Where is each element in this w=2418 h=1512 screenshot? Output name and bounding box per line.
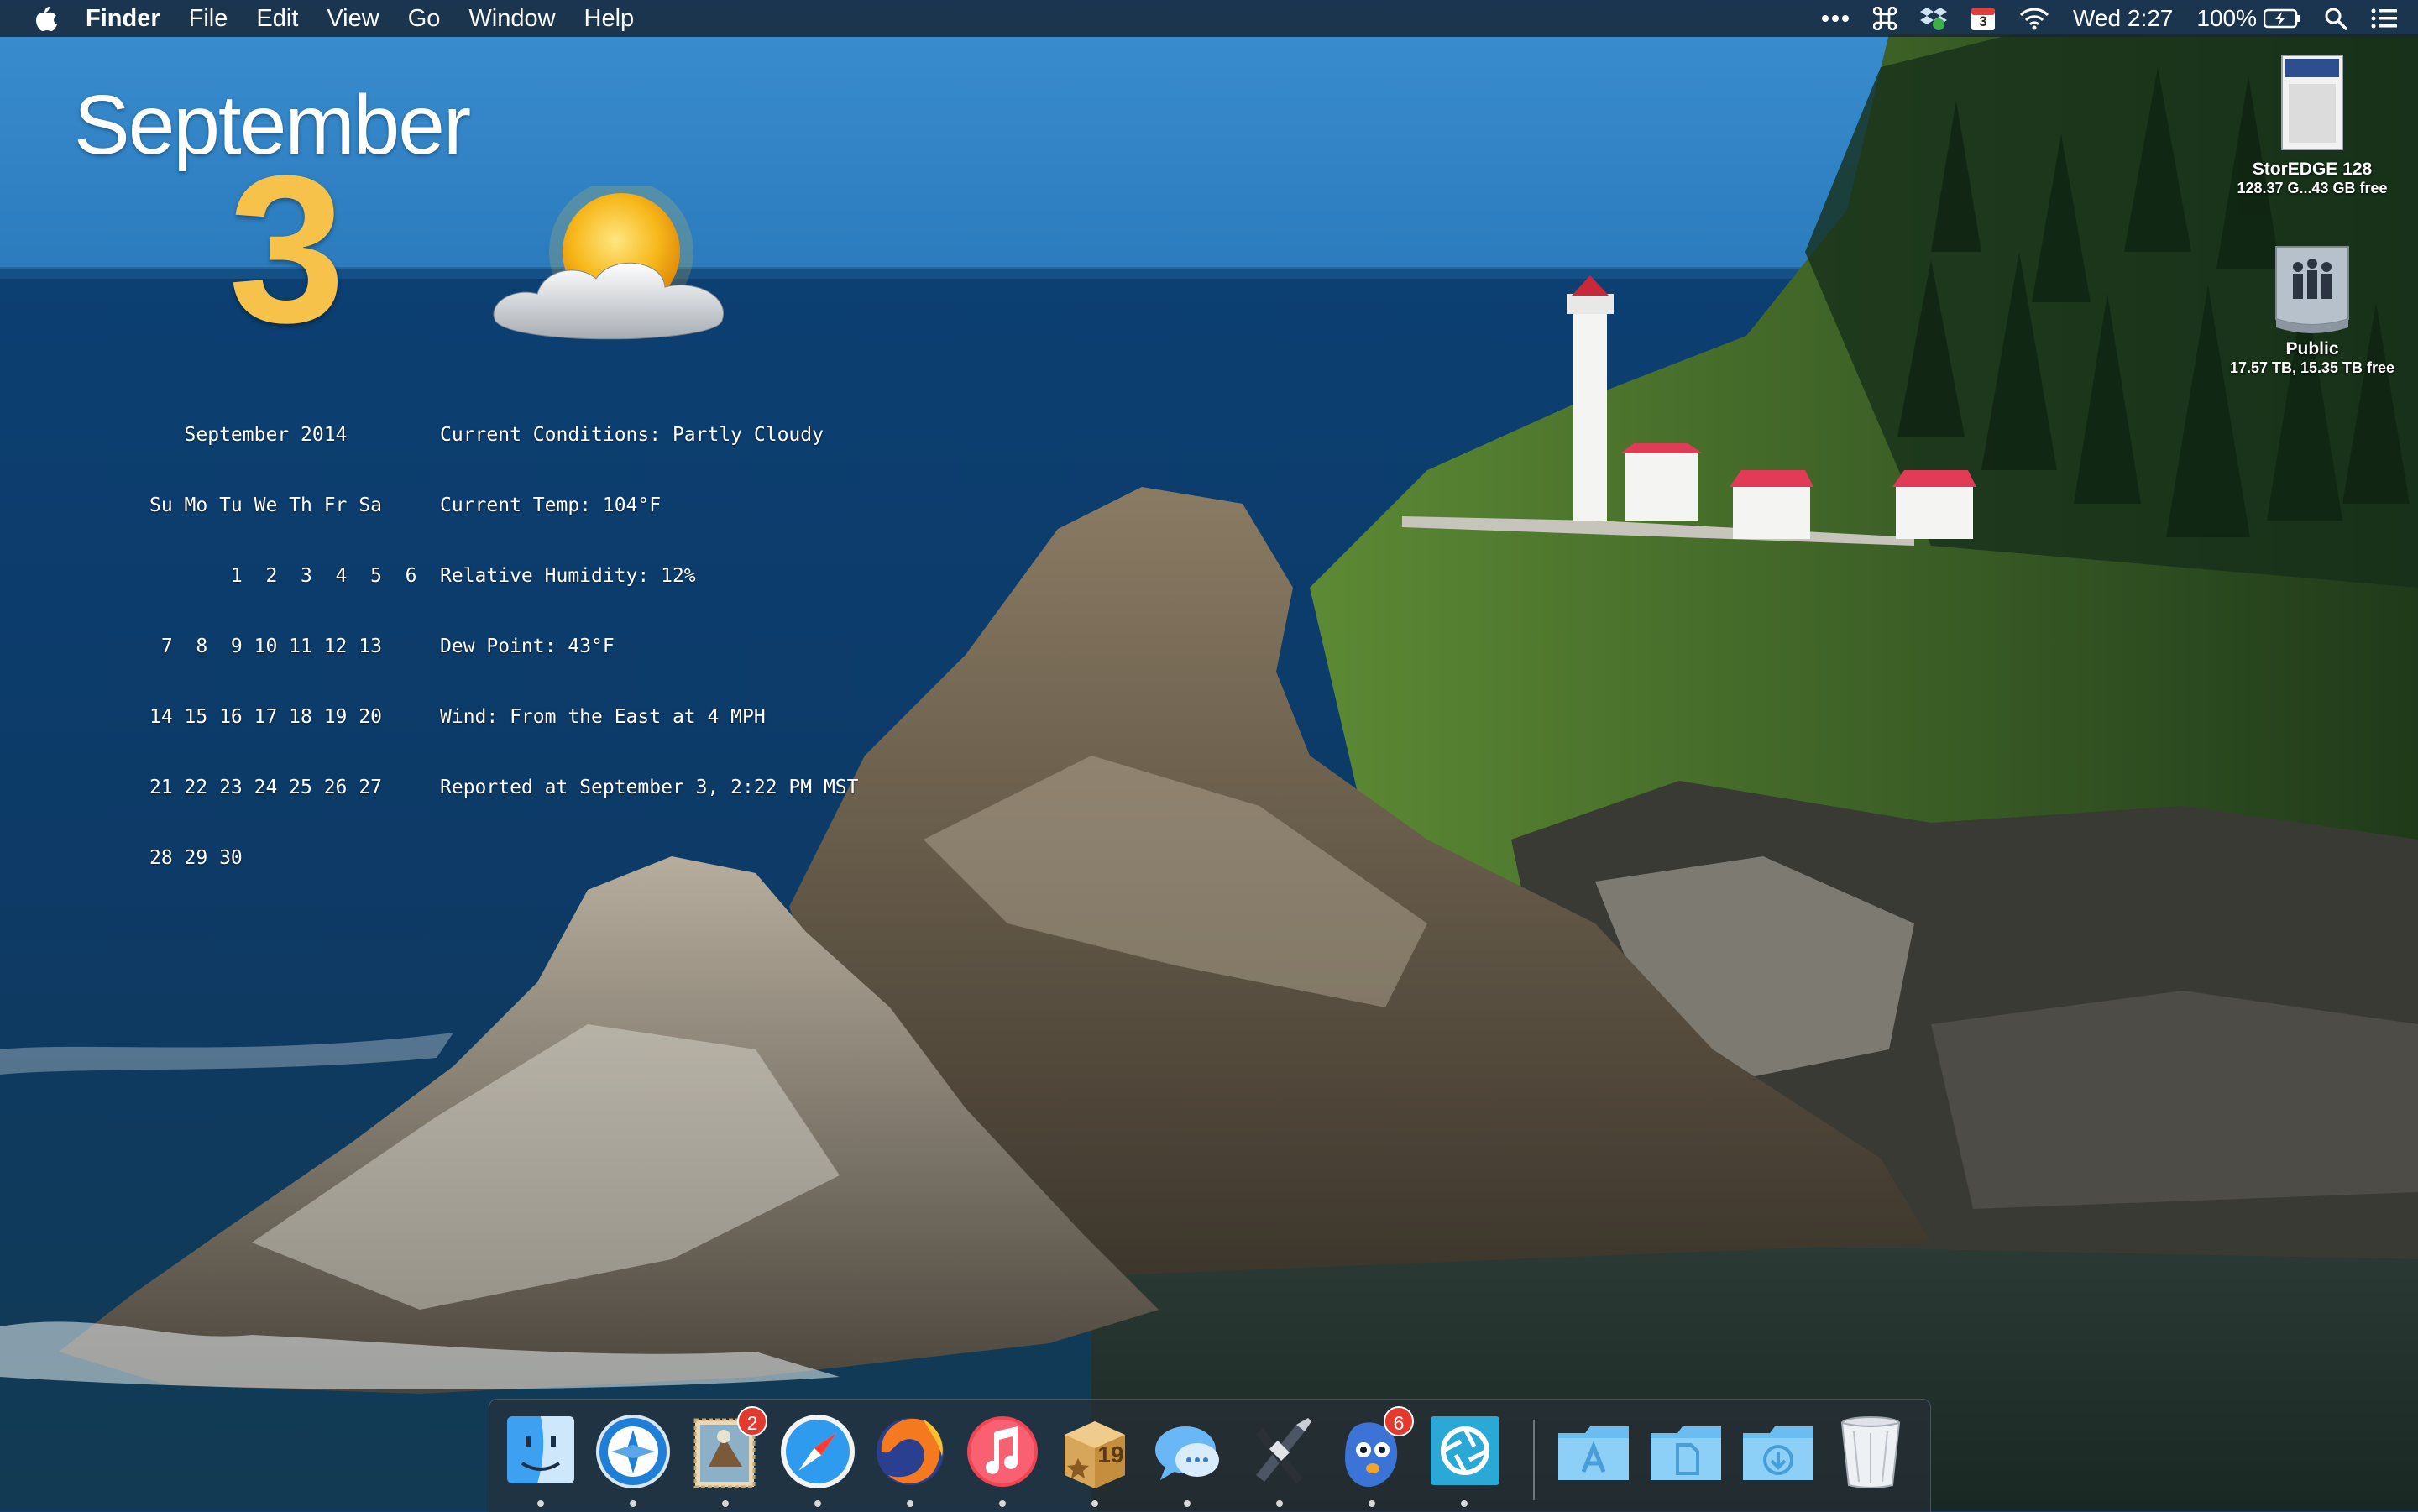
menu-view[interactable]: View	[327, 0, 379, 37]
calendar-line: 21 22 23 24 25 26 27	[149, 777, 382, 798]
battery-charging-icon[interactable]	[2264, 8, 2300, 29]
documents-folder-icon	[1651, 1426, 1721, 1480]
mail-badge: 2	[737, 1406, 767, 1436]
itunes-icon	[967, 1416, 1038, 1487]
calendar-line: 14 15 16 17 18 19 20	[149, 706, 382, 728]
running-indicator	[1369, 1500, 1375, 1507]
running-indicator	[630, 1500, 636, 1507]
sd-card-drive-icon[interactable]	[2270, 50, 2354, 160]
tweetbot-badge: 6	[1384, 1406, 1414, 1436]
calendar-line: 1 2 3 4 5 6	[149, 565, 417, 587]
menu-file[interactable]: File	[189, 0, 228, 37]
condition-line: Wind: From the East at 4 MPH	[440, 706, 766, 728]
aperture-icon	[1431, 1416, 1499, 1485]
menu-help[interactable]: Help	[584, 0, 635, 37]
desktop-drive-public[interactable]: Public 17.57 TB, 15.35 TB free	[2211, 238, 2413, 377]
drive-name: Public	[2285, 339, 2339, 358]
menu-app-name[interactable]: Finder	[86, 0, 160, 37]
condition-line: Current Temp: 104°F	[440, 494, 662, 516]
tools-icon	[1256, 1418, 1311, 1483]
calendar-line: September 2014	[149, 424, 348, 446]
widget-day-number: 3	[228, 132, 346, 366]
notification-center-icon[interactable]	[2371, 8, 2398, 29]
dock-navigator[interactable]	[591, 1408, 675, 1507]
condition-line: Relative Humidity: 12%	[440, 565, 696, 587]
menu-clock[interactable]: Wed 2:27	[2073, 0, 2173, 37]
dock-documents-folder[interactable]	[1644, 1408, 1728, 1500]
dock-trash[interactable]	[1829, 1408, 1913, 1500]
dock-safari[interactable]	[776, 1408, 860, 1507]
command-key-icon[interactable]	[1873, 7, 1897, 30]
apple-menu-icon[interactable]	[34, 5, 57, 32]
running-indicator	[537, 1500, 544, 1507]
spotlight-search-icon[interactable]	[2324, 7, 2347, 30]
widget-calendar: September 2014 Su Mo Tu We Th Fr Sa 1 2 …	[149, 376, 417, 893]
dock-itunes[interactable]	[960, 1408, 1044, 1507]
running-indicator	[1184, 1500, 1191, 1507]
messages-icon	[1155, 1426, 1219, 1480]
condition-line: Reported at September 3, 2:22 PM MST	[440, 777, 859, 798]
condition-line: Current Conditions: Partly Cloudy	[440, 424, 824, 446]
calendar-line: Su Mo Tu We Th Fr Sa	[149, 494, 382, 516]
partly-cloudy-icon	[479, 180, 739, 358]
dock-mail[interactable]: 2	[683, 1406, 767, 1507]
menu-go[interactable]: Go	[408, 0, 441, 37]
network-share-icon[interactable]	[2266, 238, 2358, 339]
finder-icon	[507, 1416, 574, 1483]
dock-tweetbot[interactable]: 6	[1330, 1406, 1414, 1507]
dock-calendar-box[interactable]: 19	[1053, 1408, 1137, 1507]
running-indicator	[1091, 1500, 1098, 1507]
dock: 2 19 6	[489, 1399, 1931, 1512]
running-indicator	[1461, 1500, 1468, 1507]
trash-icon	[1840, 1416, 1901, 1488]
menu-edit[interactable]: Edit	[256, 0, 298, 37]
drive-info: 128.37 G...43 GB free	[2237, 180, 2388, 196]
dock-applications-folder[interactable]	[1552, 1408, 1636, 1500]
calendar-menu-icon[interactable]: 3	[1971, 6, 1996, 31]
running-indicator	[1276, 1500, 1283, 1507]
dock-finder[interactable]	[499, 1408, 583, 1507]
more-dots-icon[interactable]	[1821, 14, 1850, 23]
condition-line: Dew Point: 43°F	[440, 636, 615, 657]
dock-downloads-folder[interactable]	[1736, 1408, 1820, 1500]
calendar-line: 28 29 30	[149, 847, 243, 869]
wifi-icon[interactable]	[2019, 7, 2049, 30]
dock-separator	[1533, 1420, 1535, 1500]
running-indicator	[814, 1500, 821, 1507]
battery-percent[interactable]: 100%	[2196, 0, 2257, 37]
drive-name: StorEDGE 128	[2252, 160, 2373, 179]
calendar-menu-day: 3	[1979, 13, 1987, 29]
dropbox-icon[interactable]	[1920, 6, 1948, 31]
drive-info: 17.57 TB, 15.35 TB free	[2229, 359, 2395, 376]
running-indicator	[999, 1500, 1006, 1507]
menu-window[interactable]: Window	[468, 0, 555, 37]
applications-folder-icon	[1558, 1426, 1629, 1480]
firefox-icon	[877, 1418, 944, 1485]
downloads-folder-icon	[1743, 1426, 1814, 1480]
compass-icon	[596, 1415, 670, 1488]
dock-messages[interactable]	[1145, 1408, 1229, 1507]
menu-extras: 3 Wed 2:27 100%	[1798, 0, 2398, 37]
dock-firefox[interactable]	[868, 1408, 952, 1507]
running-indicator	[907, 1500, 913, 1507]
dock-tools[interactable]	[1238, 1408, 1322, 1507]
menu-bar: Finder File Edit View Go Window Help 3 W…	[0, 0, 2418, 37]
dock-aperture[interactable]	[1422, 1408, 1506, 1507]
safari-icon	[781, 1415, 855, 1488]
desktop-drive-storedge[interactable]: StorEDGE 128 128.37 G...43 GB free	[2211, 50, 2413, 197]
calendar-line: 7 8 9 10 11 12 13	[149, 636, 382, 657]
running-indicator	[722, 1500, 729, 1507]
calendar-box-day: 19	[1097, 1441, 1124, 1468]
widget-weather-conditions: Current Conditions: Partly Cloudy Curren…	[440, 376, 859, 823]
